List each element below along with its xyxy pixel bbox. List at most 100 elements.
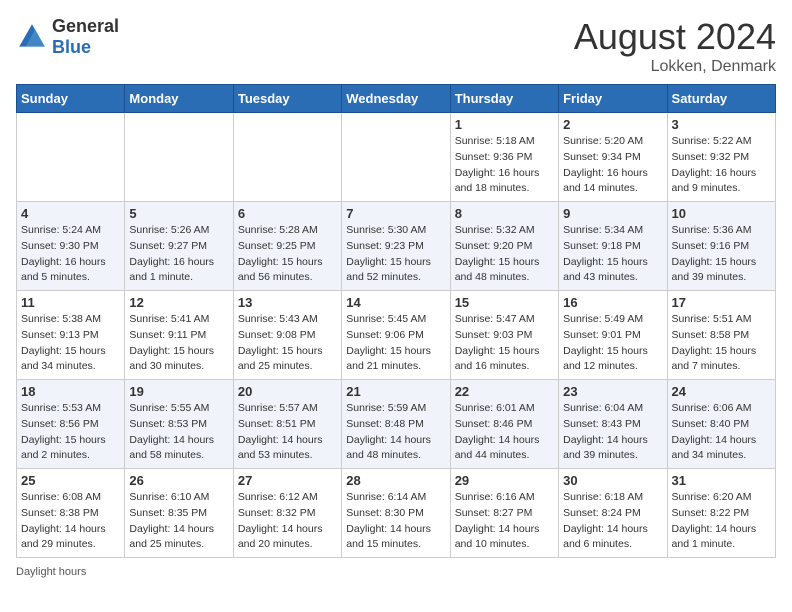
calendar-day-24: 24 Sunrise: 6:06 AMSunset: 8:40 PMDayligh… bbox=[667, 380, 775, 469]
day-info: Sunrise: 6:18 AMSunset: 8:24 PMDaylight:… bbox=[563, 490, 662, 553]
month-year: August 2024 bbox=[574, 16, 776, 58]
calendar-day-14: 14 Sunrise: 5:45 AMSunset: 9:06 PMDayligh… bbox=[342, 291, 450, 380]
calendar-week-2: 4 Sunrise: 5:24 AMSunset: 9:30 PMDaylight… bbox=[17, 202, 776, 291]
day-info: Sunrise: 5:59 AMSunset: 8:48 PMDaylight:… bbox=[346, 401, 445, 464]
calendar-empty bbox=[342, 113, 450, 202]
day-number: 18 bbox=[21, 384, 120, 399]
calendar-empty bbox=[125, 113, 233, 202]
calendar-day-31: 31 Sunrise: 6:20 AMSunset: 8:22 PMDayligh… bbox=[667, 469, 775, 558]
calendar-day-19: 19 Sunrise: 5:55 AMSunset: 8:53 PMDayligh… bbox=[125, 380, 233, 469]
calendar-empty bbox=[17, 113, 125, 202]
day-number: 14 bbox=[346, 295, 445, 310]
day-info: Sunrise: 5:57 AMSunset: 8:51 PMDaylight:… bbox=[238, 401, 337, 464]
calendar-day-15: 15Sunrise: 5:47 AMSunset: 9:03 PMDayligh… bbox=[450, 291, 558, 380]
calendar-header-row: SundayMondayTuesdayWednesdayThursdayFrid… bbox=[17, 85, 776, 113]
day-number: 13 bbox=[238, 295, 337, 310]
calendar-day-26: 26Sunrise: 6:10 AMSunset: 8:35 PMDayligh… bbox=[125, 469, 233, 558]
day-number: 6 bbox=[238, 206, 337, 221]
day-info: Sunrise: 5:32 AMSunset: 9:20 PMDaylight:… bbox=[455, 223, 554, 286]
calendar-day-21: 21 Sunrise: 5:59 AMSunset: 8:48 PMDayligh… bbox=[342, 380, 450, 469]
day-info: Sunrise: 5:51 AMSunset: 8:58 PMDaylight:… bbox=[672, 312, 771, 375]
column-header-friday: Friday bbox=[559, 85, 667, 113]
day-info: Sunrise: 5:43 AMSunset: 9:08 PMDaylight:… bbox=[238, 312, 337, 375]
day-number: 8 bbox=[455, 206, 554, 221]
calendar-day-30: 30Sunrise: 6:18 AMSunset: 8:24 PMDayligh… bbox=[559, 469, 667, 558]
day-info: Sunrise: 6:20 AMSunset: 8:22 PMDaylight:… bbox=[672, 490, 771, 553]
logo: General Blue bbox=[16, 16, 119, 58]
day-info: Sunrise: 5:55 AMSunset: 8:53 PMDaylight:… bbox=[129, 401, 228, 464]
calendar-week-5: 25 Sunrise: 6:08 AMSunset: 8:38 PMDayligh… bbox=[17, 469, 776, 558]
day-number: 9 bbox=[563, 206, 662, 221]
calendar-day-16: 16 Sunrise: 5:49 AMSunset: 9:01 PMDayligh… bbox=[559, 291, 667, 380]
day-number: 28 bbox=[346, 473, 445, 488]
logo-icon bbox=[16, 21, 48, 53]
day-number: 17 bbox=[672, 295, 771, 310]
day-info: Sunrise: 6:06 AMSunset: 8:40 PMDaylight:… bbox=[672, 401, 771, 464]
day-info: Sunrise: 5:49 AMSunset: 9:01 PMDaylight:… bbox=[563, 312, 662, 375]
day-info: Sunrise: 5:36 AMSunset: 9:16 PMDaylight:… bbox=[672, 223, 771, 286]
day-number: 27 bbox=[238, 473, 337, 488]
day-number: 29 bbox=[455, 473, 554, 488]
calendar-table: SundayMondayTuesdayWednesdayThursdayFrid… bbox=[16, 84, 776, 558]
logo-text-blue: Blue bbox=[52, 37, 91, 57]
logo-text-general: General bbox=[52, 16, 119, 36]
day-info: Sunrise: 6:08 AMSunset: 8:38 PMDaylight:… bbox=[21, 490, 120, 553]
column-header-monday: Monday bbox=[125, 85, 233, 113]
day-info: Sunrise: 6:14 AMSunset: 8:30 PMDaylight:… bbox=[346, 490, 445, 553]
day-number: 4 bbox=[21, 206, 120, 221]
day-number: 2 bbox=[563, 117, 662, 132]
calendar-day-28: 28 Sunrise: 6:14 AMSunset: 8:30 PMDayligh… bbox=[342, 469, 450, 558]
day-info: Sunrise: 5:26 AMSunset: 9:27 PMDaylight:… bbox=[129, 223, 228, 286]
location: Lokken, Denmark bbox=[574, 58, 776, 76]
calendar-day-20: 20 Sunrise: 5:57 AMSunset: 8:51 PMDayligh… bbox=[233, 380, 341, 469]
day-number: 15 bbox=[455, 295, 554, 310]
day-number: 23 bbox=[563, 384, 662, 399]
day-number: 19 bbox=[129, 384, 228, 399]
day-number: 16 bbox=[563, 295, 662, 310]
day-number: 12 bbox=[129, 295, 228, 310]
column-header-tuesday: Tuesday bbox=[233, 85, 341, 113]
calendar-day-5: 5Sunrise: 5:26 AMSunset: 9:27 PMDaylight… bbox=[125, 202, 233, 291]
calendar-day-6: 6 Sunrise: 5:28 AMSunset: 9:25 PMDaylight… bbox=[233, 202, 341, 291]
calendar-week-4: 18 Sunrise: 5:53 AMSunset: 8:56 PMDayligh… bbox=[17, 380, 776, 469]
page-header: General Blue August 2024 Lokken, Denmark bbox=[16, 16, 776, 76]
calendar-day-18: 18 Sunrise: 5:53 AMSunset: 8:56 PMDayligh… bbox=[17, 380, 125, 469]
day-number: 21 bbox=[346, 384, 445, 399]
day-info: Sunrise: 6:01 AMSunset: 8:46 PMDaylight:… bbox=[455, 401, 554, 464]
day-info: Sunrise: 5:20 AMSunset: 9:34 PMDaylight:… bbox=[563, 134, 662, 197]
day-number: 26 bbox=[129, 473, 228, 488]
day-number: 25 bbox=[21, 473, 120, 488]
calendar-day-8: 8 Sunrise: 5:32 AMSunset: 9:20 PMDaylight… bbox=[450, 202, 558, 291]
day-number: 7 bbox=[346, 206, 445, 221]
day-info: Sunrise: 6:16 AMSunset: 8:27 PMDaylight:… bbox=[455, 490, 554, 553]
day-number: 1 bbox=[455, 117, 554, 132]
day-number: 20 bbox=[238, 384, 337, 399]
calendar-day-7: 7Sunrise: 5:30 AMSunset: 9:23 PMDaylight… bbox=[342, 202, 450, 291]
calendar-week-3: 11Sunrise: 5:38 AMSunset: 9:13 PMDayligh… bbox=[17, 291, 776, 380]
calendar-day-1: 1 Sunrise: 5:18 AMSunset: 9:36 PMDaylight… bbox=[450, 113, 558, 202]
calendar-day-29: 29 Sunrise: 6:16 AMSunset: 8:27 PMDayligh… bbox=[450, 469, 558, 558]
day-info: Sunrise: 6:12 AMSunset: 8:32 PMDaylight:… bbox=[238, 490, 337, 553]
day-info: Sunrise: 5:45 AMSunset: 9:06 PMDaylight:… bbox=[346, 312, 445, 375]
daylight-label: Daylight hours bbox=[16, 566, 86, 578]
calendar-day-3: 3Sunrise: 5:22 AMSunset: 9:32 PMDaylight… bbox=[667, 113, 775, 202]
calendar-day-9: 9 Sunrise: 5:34 AMSunset: 9:18 PMDaylight… bbox=[559, 202, 667, 291]
day-number: 31 bbox=[672, 473, 771, 488]
day-number: 10 bbox=[672, 206, 771, 221]
calendar-day-23: 23Sunrise: 6:04 AMSunset: 8:43 PMDayligh… bbox=[559, 380, 667, 469]
calendar-day-13: 13 Sunrise: 5:43 AMSunset: 9:08 PMDayligh… bbox=[233, 291, 341, 380]
calendar-day-22: 22Sunrise: 6:01 AMSunset: 8:46 PMDayligh… bbox=[450, 380, 558, 469]
column-header-thursday: Thursday bbox=[450, 85, 558, 113]
day-info: Sunrise: 5:24 AMSunset: 9:30 PMDaylight:… bbox=[21, 223, 120, 286]
day-info: Sunrise: 5:38 AMSunset: 9:13 PMDaylight:… bbox=[21, 312, 120, 375]
calendar-day-11: 11Sunrise: 5:38 AMSunset: 9:13 PMDayligh… bbox=[17, 291, 125, 380]
day-number: 24 bbox=[672, 384, 771, 399]
calendar-day-2: 2 Sunrise: 5:20 AMSunset: 9:34 PMDaylight… bbox=[559, 113, 667, 202]
day-info: Sunrise: 5:28 AMSunset: 9:25 PMDaylight:… bbox=[238, 223, 337, 286]
column-header-sunday: Sunday bbox=[17, 85, 125, 113]
day-info: Sunrise: 5:18 AMSunset: 9:36 PMDaylight:… bbox=[455, 134, 554, 197]
column-header-saturday: Saturday bbox=[667, 85, 775, 113]
calendar-empty bbox=[233, 113, 341, 202]
day-info: Sunrise: 5:34 AMSunset: 9:18 PMDaylight:… bbox=[563, 223, 662, 286]
day-info: Sunrise: 5:53 AMSunset: 8:56 PMDaylight:… bbox=[21, 401, 120, 464]
